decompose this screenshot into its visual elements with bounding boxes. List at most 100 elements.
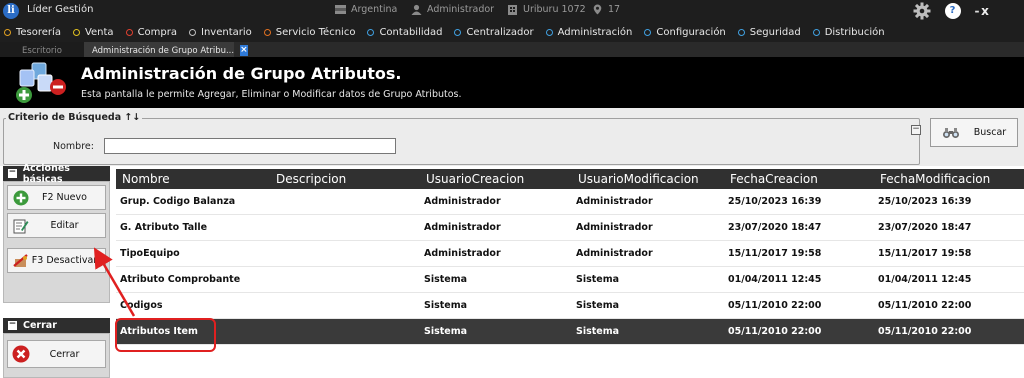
menu-dot-icon bbox=[737, 28, 745, 36]
close-panel-title: Cerrar bbox=[23, 320, 57, 331]
table-cell: Sistema bbox=[576, 326, 620, 337]
table-cell: Sistema bbox=[424, 274, 468, 285]
table-cell: 01/04/2011 12:45 bbox=[878, 274, 972, 285]
tab-escritorio[interactable]: Escritorio bbox=[0, 42, 84, 57]
menu-dot-icon bbox=[263, 28, 271, 36]
tab-grupo-atributos[interactable]: Administración de Grupo Atribu... × bbox=[84, 42, 248, 57]
table-cell: Administrador bbox=[576, 248, 653, 259]
menu-item-label: Compra bbox=[137, 26, 177, 38]
actions-panel: F2 Nuevo Editar F3 Desactivar bbox=[3, 181, 110, 303]
location-pin-icon bbox=[593, 4, 602, 15]
column-header[interactable]: Descripcion bbox=[270, 172, 420, 186]
app-title: Líder Gestión bbox=[27, 4, 94, 15]
new-button[interactable]: F2 Nuevo bbox=[7, 185, 106, 210]
table-row[interactable]: Grup. Codigo Balanza Administrador Adminis… bbox=[116, 189, 1024, 215]
title-bar: li Líder Gestión Argentina Administrador… bbox=[0, 0, 1024, 22]
menu-dot-icon bbox=[644, 28, 652, 36]
table-row[interactable]: Atributos Item Sistema Sistema 05/11/2010 2… bbox=[116, 319, 1024, 345]
close-button[interactable]: Cerrar bbox=[7, 340, 106, 368]
grid-body: Grup. Codigo Balanza Administrador Adminis… bbox=[116, 189, 1024, 345]
menu-item-inventario[interactable]: Inventario bbox=[189, 27, 252, 38]
close-window-button[interactable]: x bbox=[975, 2, 995, 20]
user-indicator: Administrador bbox=[411, 4, 494, 15]
new-button-label: F2 Nuevo bbox=[42, 192, 87, 203]
tab-label: Escritorio bbox=[22, 45, 62, 56]
deactivate-button[interactable]: F3 Desactivar bbox=[7, 248, 106, 273]
settings-gear-icon[interactable] bbox=[912, 2, 931, 20]
menu-item-contabilidad[interactable]: Contabilidad bbox=[367, 27, 442, 38]
table-cell: Administrador bbox=[576, 196, 653, 207]
actions-panel-header[interactable]: − Acciones básicas bbox=[3, 163, 110, 185]
table-cell: Sistema bbox=[576, 274, 620, 285]
plus-icon bbox=[12, 189, 30, 207]
search-button[interactable]: Buscar bbox=[930, 118, 1018, 147]
menu-item-label: Venta bbox=[84, 26, 114, 38]
country-label: Argentina bbox=[351, 4, 398, 15]
menu-item-label: Configuración bbox=[656, 26, 726, 38]
location-label: 17 bbox=[608, 4, 621, 15]
edit-button[interactable]: Editar bbox=[7, 213, 106, 238]
column-header[interactable]: UsuarioCreacion bbox=[420, 172, 572, 186]
page-header: Administración de Grupo Atributos. Esta … bbox=[0, 57, 1024, 108]
search-button-label: Buscar bbox=[973, 127, 1007, 138]
country-indicator: Argentina bbox=[335, 4, 397, 15]
menu-dot-icon bbox=[4, 28, 11, 36]
table-cell: Codigos bbox=[120, 300, 163, 311]
table-cell: Sistema bbox=[576, 300, 620, 311]
close-panel: Cerrar bbox=[3, 333, 110, 378]
group-attributes-icon bbox=[16, 62, 66, 103]
table-cell: Administrador bbox=[424, 222, 501, 233]
menu-item-distribución[interactable]: Distribución bbox=[812, 26, 885, 38]
edit-icon bbox=[12, 217, 30, 235]
name-label: Nombre: bbox=[53, 141, 94, 152]
user-label: Administrador bbox=[427, 4, 495, 15]
menu-item-label: Distribución bbox=[824, 26, 885, 38]
menu-item-servicio-técnico[interactable]: Servicio Técnico bbox=[263, 27, 355, 38]
menu-item-venta[interactable]: Venta bbox=[72, 26, 114, 38]
search-criteria-legend[interactable]: Criterio de Búsqueda ↑↓ bbox=[6, 112, 143, 123]
page-title: Administración de Grupo Atributos. bbox=[81, 64, 402, 83]
menu-item-configuración[interactable]: Configuración bbox=[644, 26, 726, 38]
menu-item-label: Contabilidad bbox=[379, 26, 443, 38]
table-row[interactable]: G. Atributo Talle Administrador Administra… bbox=[116, 215, 1024, 241]
results-grid: Nombre Descripcion UsuarioCreacion UsuarioM… bbox=[116, 169, 1024, 345]
column-header[interactable]: FechaCreacion bbox=[724, 172, 874, 186]
menu-item-tesorería[interactable]: Tesorería bbox=[4, 27, 61, 38]
deactivate-icon bbox=[12, 252, 30, 270]
close-panel-header[interactable]: − Cerrar bbox=[3, 318, 110, 333]
menu-item-administración[interactable]: Administración bbox=[545, 27, 632, 38]
collapse-button[interactable]: − bbox=[911, 125, 921, 135]
table-cell: G. Atributo Talle bbox=[120, 222, 208, 233]
column-header[interactable]: FechaModificacion bbox=[874, 172, 1024, 186]
column-header[interactable]: UsuarioModificacion bbox=[572, 172, 724, 186]
table-cell: 05/11/2010 22:00 bbox=[728, 326, 822, 337]
building-icon bbox=[508, 5, 517, 15]
menu-item-compra[interactable]: Compra bbox=[125, 26, 177, 38]
app-logo-icon: li bbox=[3, 3, 19, 19]
table-cell: 25/10/2023 16:39 bbox=[878, 196, 972, 207]
table-cell: Sistema bbox=[424, 300, 468, 311]
column-header[interactable]: Nombre bbox=[116, 172, 270, 186]
table-row[interactable]: TipoEquipo Administrador Administrador 15/1… bbox=[116, 241, 1024, 267]
table-cell: 05/11/2010 22:00 bbox=[728, 300, 822, 311]
table-row[interactable]: Atributo Comprobante Sistema Sistema 01/04/… bbox=[116, 267, 1024, 293]
minus-icon[interactable]: − bbox=[8, 168, 17, 178]
highlight-annotation bbox=[115, 318, 216, 352]
table-cell: Grup. Codigo Balanza bbox=[120, 196, 236, 207]
page-subtitle: Esta pantalla le permite Agregar, Elimin… bbox=[81, 89, 462, 100]
menu-dot-icon bbox=[812, 28, 820, 36]
table-cell: 23/07/2020 18:47 bbox=[878, 222, 972, 233]
tab-close-icon[interactable]: × bbox=[240, 45, 248, 56]
menu-item-seguridad[interactable]: Seguridad bbox=[737, 26, 801, 38]
menu-item-label: Seguridad bbox=[749, 26, 801, 38]
minus-icon[interactable]: − bbox=[8, 320, 17, 330]
flag-icon bbox=[335, 5, 346, 14]
name-input[interactable] bbox=[104, 138, 396, 154]
table-row[interactable]: Codigos Sistema Sistema 05/11/2010 22:00 05/… bbox=[116, 293, 1024, 319]
table-cell: 15/11/2017 19:58 bbox=[728, 248, 822, 259]
location-indicator: 17 bbox=[592, 4, 620, 15]
menu-dot-icon bbox=[454, 28, 462, 36]
table-cell: Administrador bbox=[424, 196, 501, 207]
menu-item-centralizador[interactable]: Centralizador bbox=[454, 27, 534, 38]
table-cell: Atributo Comprobante bbox=[120, 274, 241, 285]
